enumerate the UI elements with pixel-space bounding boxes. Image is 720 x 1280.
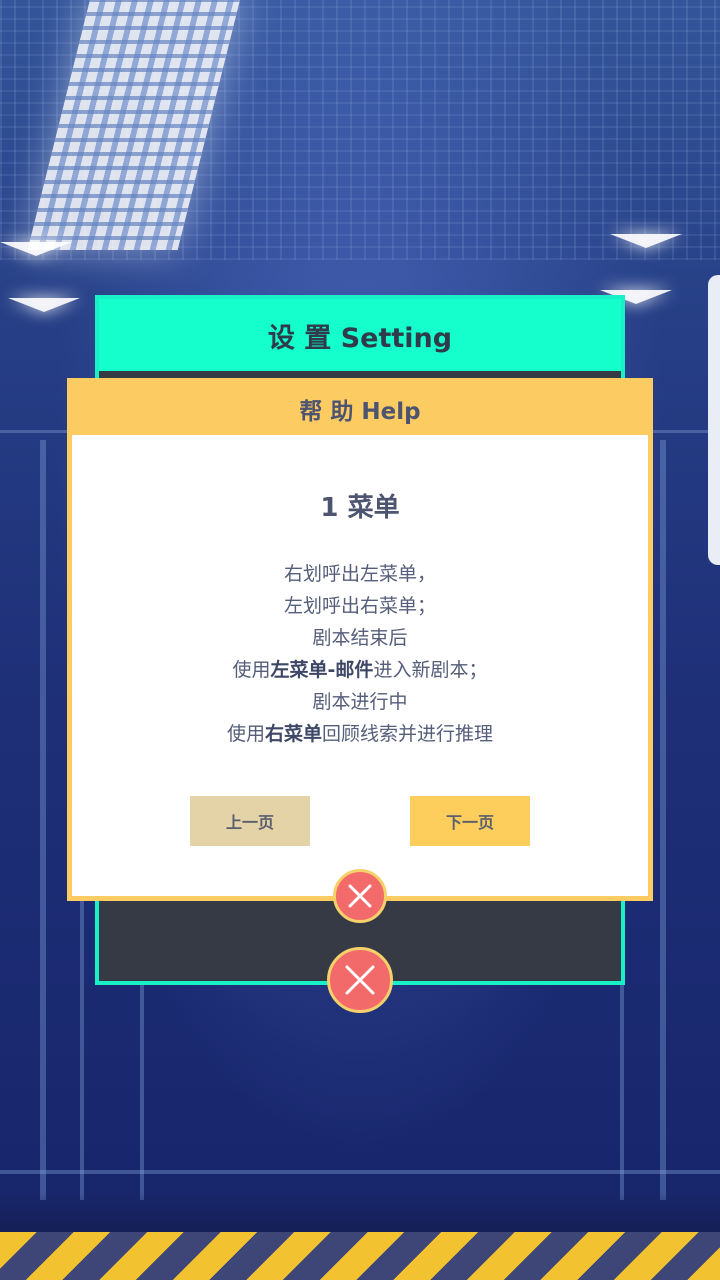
help-line: 剧本结束后 [312,627,408,649]
help-line: 剧本进行中 [312,691,408,713]
wall-lamp [0,242,72,256]
hazard-stripes [0,1232,720,1280]
help-text: 进入新剧本； [373,659,488,681]
help-text: 回顾线索并进行推理 [322,723,494,745]
next-page-button[interactable]: 下一页 [410,796,530,846]
help-line: 右划呼出左菜单， [283,563,436,585]
floor-shadow [0,1192,720,1232]
settings-close-button[interactable] [327,947,393,1013]
help-title: 帮 助 Help [72,383,648,435]
wall-lamp [610,234,682,248]
help-emphasis: 右菜单 [264,723,322,745]
help-section-heading: 1 菜单 [320,493,400,523]
prev-page-button[interactable]: 上一页 [190,796,310,846]
close-icon [345,965,375,995]
wall-pipe [620,980,624,1200]
help-line: 使用右菜单回顾线索并进行推理 [72,718,648,750]
close-icon [348,884,372,908]
help-close-button[interactable] [333,869,387,923]
help-emphasis: 左菜单-邮件 [270,659,374,681]
help-instructions: 右划呼出左菜单， 左划呼出右菜单； 剧本结束后 使用左菜单-邮件进入新剧本； 剧… [72,558,648,750]
help-text: 使用 [232,659,271,681]
help-line: 左划呼出右菜单； [283,595,436,617]
help-dialog: 帮 助 Help 1 菜单 右划呼出左菜单， 左划呼出右菜单； 剧本结束后 使用… [67,378,653,901]
floor-edge [0,1170,720,1174]
settings-title: 设 置 Setting [99,299,621,371]
help-line: 使用左菜单-邮件进入新剧本； [72,654,648,686]
wall-pipe [40,440,46,1200]
side-drawer-tab[interactable] [708,275,720,565]
wall-pipe [660,440,666,1200]
wall-pipe [140,980,144,1200]
help-text: 使用 [226,723,265,745]
wall-lamp [8,298,80,312]
